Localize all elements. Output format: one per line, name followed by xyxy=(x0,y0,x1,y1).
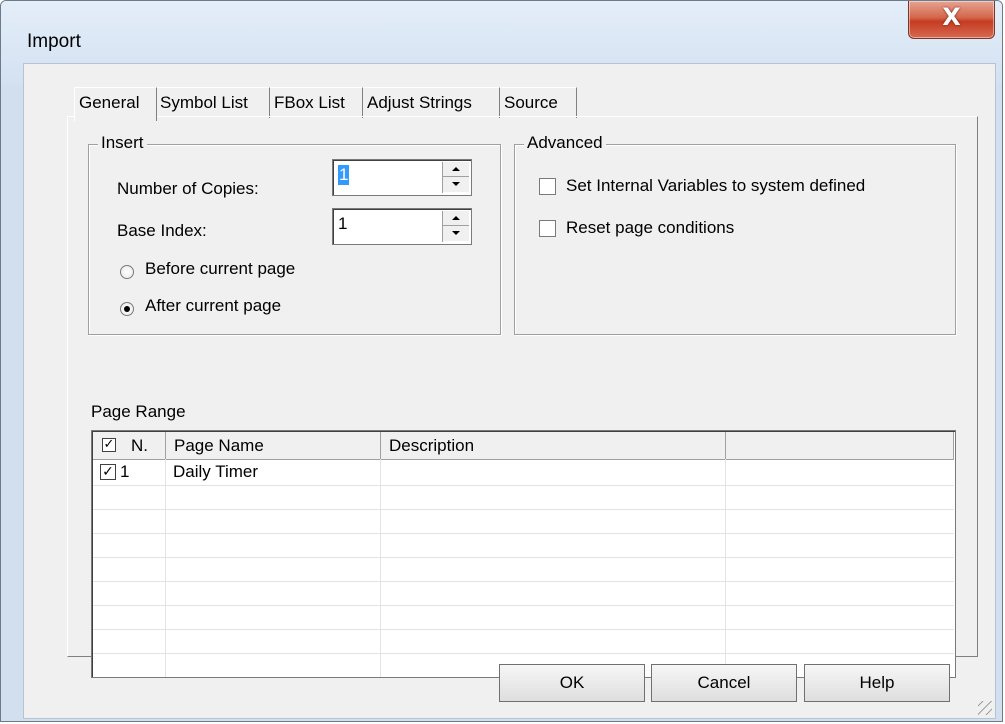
page-range-grid[interactable]: ✓ N. Page Name Description ✓ 1 Daily Tim… xyxy=(91,430,956,678)
tab-fbox-list[interactable]: FBox List xyxy=(270,87,363,118)
empty-row xyxy=(93,629,954,654)
arrow-up-icon xyxy=(452,216,460,220)
arrow-up-icon xyxy=(452,167,460,171)
copies-decrement-button[interactable] xyxy=(443,177,469,192)
tab-general[interactable]: General xyxy=(74,87,157,121)
empty-row xyxy=(93,557,954,582)
after-current-page-label[interactable]: After current page xyxy=(145,296,281,316)
copies-increment-button[interactable] xyxy=(443,162,469,177)
empty-row xyxy=(93,485,954,510)
tab-general-label: General xyxy=(79,93,140,112)
tab-adjust-strings-label: Adjust Strings xyxy=(367,93,472,112)
header-number-column[interactable]: ✓ N. xyxy=(93,432,166,459)
resize-grip-icon[interactable] xyxy=(978,701,992,715)
dialog-client-area: General Symbol List FBox List Adjust Str… xyxy=(23,63,996,719)
copies-label: Number of Copies: xyxy=(117,179,259,198)
row-checkbox[interactable]: ✓ xyxy=(100,464,116,480)
insert-group-label: Insert xyxy=(98,133,147,153)
row-number: 1 xyxy=(120,462,130,481)
header-page-name[interactable]: Page Name xyxy=(166,432,381,459)
after-current-page-radio[interactable] xyxy=(120,302,134,316)
close-icon: X xyxy=(942,3,961,31)
tab-source-label: Source xyxy=(504,93,558,112)
before-current-page-radio[interactable] xyxy=(120,265,134,279)
row-page-name: Daily Timer xyxy=(173,462,259,481)
empty-row xyxy=(93,533,954,558)
copies-spin-buttons xyxy=(442,162,469,193)
header-extra-column[interactable] xyxy=(726,432,954,459)
tab-adjust-strings[interactable]: Adjust Strings xyxy=(363,87,500,118)
set-internal-variables-checkbox[interactable] xyxy=(539,178,556,195)
page-range-label: Page Range xyxy=(91,402,186,421)
base-index-spinner[interactable]: 1 xyxy=(332,208,472,245)
import-dialog: Import X General Symbol List FBox List A… xyxy=(0,0,1003,722)
advanced-group-label: Advanced xyxy=(524,133,606,153)
empty-row xyxy=(93,581,954,606)
grid-header: ✓ N. Page Name Description xyxy=(93,432,954,460)
ok-button[interactable]: OK xyxy=(499,664,645,702)
tab-source[interactable]: Source xyxy=(500,87,577,118)
cancel-button[interactable]: Cancel xyxy=(651,664,797,702)
close-button[interactable]: X xyxy=(908,1,995,39)
copies-value[interactable]: 1 xyxy=(338,165,350,185)
copies-spinner[interactable]: 1 xyxy=(332,159,472,196)
reset-page-conditions-checkbox[interactable] xyxy=(539,220,556,237)
before-current-page-label[interactable]: Before current page xyxy=(145,259,295,279)
window-title: Import xyxy=(27,31,81,52)
base-index-increment-button[interactable] xyxy=(443,211,469,226)
tab-symbol-list[interactable]: Symbol List xyxy=(156,87,270,118)
tab-symbol-list-label: Symbol List xyxy=(160,93,248,112)
select-all-checkbox[interactable]: ✓ xyxy=(102,438,116,452)
empty-row xyxy=(93,605,954,630)
header-description[interactable]: Description xyxy=(381,432,726,459)
base-index-label: Base Index: xyxy=(117,221,207,240)
set-internal-variables-label[interactable]: Set Internal Variables to system defined xyxy=(566,176,865,196)
reset-page-conditions-label[interactable]: Reset page conditions xyxy=(566,218,734,238)
base-index-decrement-button[interactable] xyxy=(443,226,469,241)
advanced-group: Advanced Set Internal Variables to syste… xyxy=(514,133,956,335)
base-index-value[interactable]: 1 xyxy=(338,214,347,234)
header-number-label: N. xyxy=(131,436,148,455)
arrow-down-icon xyxy=(452,182,460,186)
help-button[interactable]: Help xyxy=(804,664,950,702)
tab-fbox-list-label: FBox List xyxy=(274,93,345,112)
general-tab-panel: Insert Number of Copies: 1 Base Index: 1 xyxy=(67,116,978,678)
insert-group: Insert Number of Copies: 1 Base Index: 1 xyxy=(88,133,501,335)
arrow-down-icon xyxy=(452,231,460,235)
empty-row xyxy=(93,509,954,534)
base-index-spin-buttons xyxy=(442,211,469,242)
table-row[interactable]: ✓ 1 Daily Timer xyxy=(93,460,954,486)
